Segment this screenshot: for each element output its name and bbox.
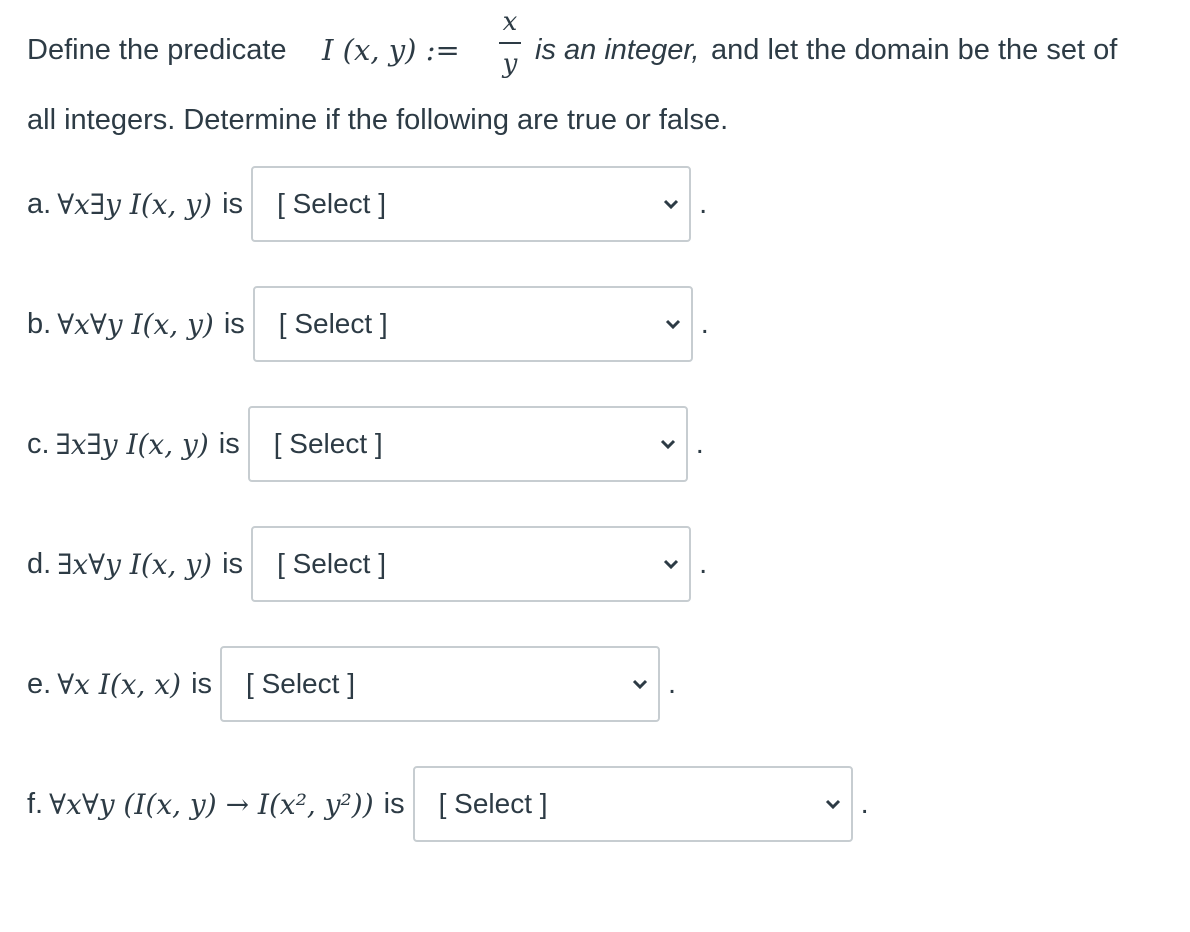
- question-is-text: is: [218, 427, 240, 460]
- select-placeholder: [ Select ]: [278, 308, 388, 339]
- question-letter: a.: [27, 187, 52, 220]
- question-a: a. ∀x∃y I(x, y) is [ Select ] .: [27, 166, 707, 242]
- question-period: .: [700, 307, 709, 340]
- question-letter: b.: [27, 307, 52, 340]
- question-expression: ∀x I(x, x): [57, 667, 182, 701]
- question-expression: ∀x∃y I(x, y): [57, 187, 213, 221]
- question-expression: ∃x∀y I(x, y): [57, 547, 213, 581]
- select-placeholder: [ Select ]: [277, 188, 386, 219]
- question-e: e. ∀x I(x, x) is [ Select ] .: [27, 646, 676, 722]
- predicate-definition: I (x, y) :=: [322, 33, 460, 67]
- chevron-down-icon: [825, 799, 840, 810]
- chevron-down-icon: [632, 679, 648, 690]
- question-expression: ∀x∀y I(x, y): [57, 307, 214, 341]
- question-is-text: is: [383, 787, 405, 820]
- chevron-down-icon: [665, 319, 680, 330]
- question-expression: ∃x∃y I(x, y): [55, 427, 209, 461]
- answer-select-b[interactable]: [ Select ]: [252, 286, 693, 362]
- answer-select-c[interactable]: [ Select ]: [247, 406, 688, 482]
- select-placeholder: [ Select ]: [273, 428, 383, 459]
- select-placeholder: [ Select ]: [246, 668, 355, 699]
- prompt-domain-text: and let the domain be the set of: [711, 34, 1118, 66]
- prompt-define-text: Define the predicate: [27, 34, 287, 66]
- question-period: .: [699, 187, 708, 220]
- answer-select-e[interactable]: [ Select ]: [220, 646, 661, 722]
- select-placeholder: [ Select ]: [277, 548, 386, 579]
- question-is-text: is: [222, 547, 244, 580]
- question-b: b. ∀x∀y I(x, y) is [ Select ] .: [27, 286, 709, 362]
- question-d: d. ∃x∀y I(x, y) is [ Select ] .: [27, 526, 707, 602]
- question-letter: f.: [27, 787, 44, 820]
- fraction-denominator: y: [502, 49, 518, 79]
- answer-select-a[interactable]: [ Select ]: [251, 166, 692, 242]
- question-expression: ∀x∀y (I(x, y) → I(x², y²)): [49, 787, 374, 821]
- fraction-x-over-y: x y: [497, 6, 523, 80]
- question-letter: c.: [27, 427, 50, 460]
- question-is-text: is: [191, 667, 213, 700]
- question-c: c. ∃x∃y I(x, y) is [ Select ] .: [27, 406, 704, 482]
- question-period: .: [668, 667, 677, 700]
- question-letter: e.: [27, 667, 52, 700]
- fraction-bar: [499, 42, 521, 44]
- question-period: .: [699, 547, 708, 580]
- chevron-down-icon: [664, 559, 679, 570]
- answer-select-d[interactable]: [ Select ]: [251, 526, 692, 602]
- fraction-numerator: x: [502, 7, 518, 37]
- question-letter: d.: [27, 547, 52, 580]
- select-placeholder: [ Select ]: [438, 788, 548, 819]
- chevron-down-icon: [664, 199, 679, 210]
- answer-select-f[interactable]: [ Select ]: [412, 766, 853, 842]
- chevron-down-icon: [660, 439, 675, 450]
- question-period: .: [860, 787, 869, 820]
- question-period: .: [695, 427, 704, 460]
- question-is-text: is: [223, 307, 245, 340]
- prompt-line-2: all integers. Determine if the following…: [27, 104, 729, 136]
- question-is-text: is: [222, 187, 244, 220]
- prompt-is-integer-text: is an integer,: [535, 34, 700, 66]
- question-f: f. ∀x∀y (I(x, y) → I(x², y²)) is [ Selec…: [27, 766, 869, 842]
